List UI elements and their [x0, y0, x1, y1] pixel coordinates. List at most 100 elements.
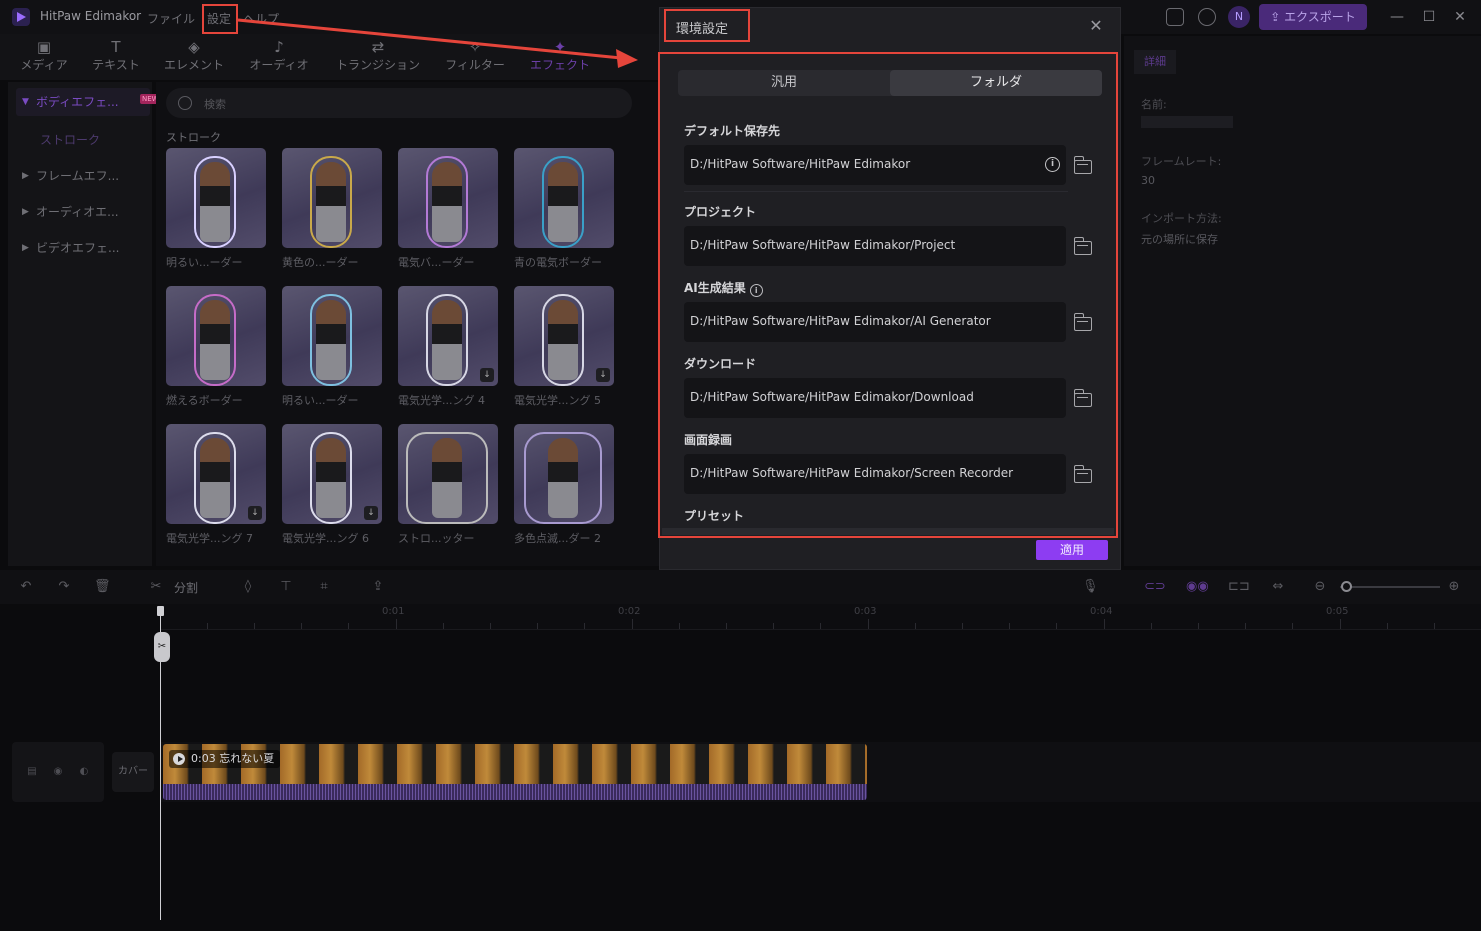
sidebar-item-frame-effect[interactable]: ▶ フレームエフ... — [16, 162, 156, 190]
effect-thumb[interactable] — [514, 148, 614, 248]
effect-label: 電気光学...ング 5 — [514, 394, 601, 407]
scissors-icon[interactable]: ✂ — [154, 632, 170, 662]
effect-thumb[interactable] — [166, 286, 266, 386]
search-input[interactable]: 検索 — [166, 88, 632, 118]
download-icon[interactable]: ↓ — [364, 506, 378, 520]
effect-label: 電気バ...ーダー — [398, 256, 475, 269]
zoom-slider[interactable] — [1340, 586, 1440, 588]
effect-label: 電気光学...ング 4 — [398, 394, 485, 407]
volume-icon[interactable]: ◐ — [78, 766, 90, 778]
link-icon[interactable]: ⊂⊃ — [1144, 579, 1166, 595]
ruler-tick-label: 0:03 — [854, 606, 877, 617]
section-title: ストローク — [166, 131, 221, 144]
caret-right-icon: ▶ — [22, 207, 29, 217]
text-icon: T — [111, 38, 121, 56]
effect-thumb[interactable]: ↓ — [398, 286, 498, 386]
caret-right-icon: ▶ — [22, 171, 29, 181]
effect-thumb[interactable] — [282, 148, 382, 248]
tab-media[interactable]: ▣ メディア — [18, 38, 70, 73]
sidebar-item-body-effect[interactable]: ▼ ボディエフェ... NEW — [16, 88, 161, 116]
details-panel: 詳細 名前: フレームレート: 30 インポート方法: 元の場所に保存 — [1124, 36, 1481, 566]
search-placeholder: 検索 — [204, 98, 226, 111]
app-name: HitPaw Edimakor — [40, 9, 142, 23]
ruler-tick-label: 0:04 — [1090, 606, 1113, 617]
name-label: 名前: — [1141, 98, 1167, 111]
sidebar-item-stroke[interactable]: ストローク — [16, 126, 156, 154]
export-frame-icon[interactable]: ⇪ — [370, 579, 386, 595]
split-button[interactable]: 分割 — [174, 579, 198, 596]
crop-icon[interactable]: ⌗ — [316, 579, 332, 595]
effect-label: 青の電気ボーダー — [514, 256, 602, 269]
effect-grid: 検索 ストローク 明るい...ーダー 黄色の...ーダー 電気バ...ーダー 青… — [156, 82, 660, 566]
effect-label: 明るい...ーダー — [166, 256, 243, 269]
effect-label: 燃えるボーダー — [166, 394, 243, 407]
zoom-slider-handle[interactable] — [1341, 581, 1352, 592]
download-icon[interactable]: ↓ — [596, 368, 610, 382]
video-clip[interactable]: 0:03 忘れない夏 — [163, 744, 867, 800]
zoom-out-icon[interactable]: ⊖ — [1312, 579, 1328, 595]
effect-thumb[interactable] — [166, 148, 266, 248]
effect-thumb[interactable] — [398, 424, 498, 524]
eye-icon[interactable]: ◉ — [52, 766, 64, 778]
snap-icon[interactable]: ◉◉ — [1186, 579, 1209, 595]
cover-button[interactable]: カバー — [112, 752, 154, 792]
effect-thumb[interactable] — [398, 148, 498, 248]
ruler-tick-label: 0:01 — [382, 606, 405, 617]
annotation-arrow — [237, 18, 638, 68]
tab-element[interactable]: ◈ エレメント — [160, 38, 228, 73]
playhead-handle[interactable] — [157, 606, 164, 616]
ruler-tick-label: 0:05 — [1326, 606, 1349, 617]
app-logo-icon — [12, 8, 30, 26]
download-icon[interactable] — [1198, 8, 1216, 26]
sidebar-item-video-effect[interactable]: ▶ ビデオエフェ... — [16, 234, 156, 262]
caret-down-icon: ▼ — [22, 97, 29, 107]
delete-icon[interactable]: 🗑 — [94, 579, 111, 595]
undo-icon[interactable]: ↶ — [18, 579, 34, 595]
minimize-icon[interactable]: — — [1387, 7, 1407, 27]
redo-icon[interactable]: ↷ — [56, 579, 72, 595]
effect-label: 多色点滅...ダー 2 — [514, 532, 601, 545]
effect-label: 電気光学...ング 7 — [166, 532, 253, 545]
tab-details[interactable]: 詳細 — [1134, 50, 1176, 74]
effect-category-sidebar: ▼ ボディエフェ... NEW ストローク ▶ フレームエフ... ▶ オーディオエ..… — [8, 82, 161, 566]
folder-settings-highlight — [658, 52, 1118, 538]
search-icon — [178, 96, 192, 110]
maximize-icon[interactable]: ☐ — [1419, 7, 1439, 27]
timeline-ruler[interactable]: 0:01 0:02 0:03 0:04 0:05 — [160, 604, 1481, 630]
fit-icon[interactable]: ⇔ — [1270, 579, 1286, 595]
zoom-in-icon[interactable]: ⊕ — [1446, 579, 1462, 595]
framerate-value: 30 — [1141, 174, 1155, 187]
effect-thumb[interactable] — [514, 424, 614, 524]
effect-label: 電気光学...ング 6 — [282, 532, 369, 545]
split-track-icon[interactable]: ⊏⊐ — [1228, 579, 1250, 595]
download-icon[interactable]: ↓ — [480, 368, 494, 382]
settings-menu-highlight — [202, 4, 238, 34]
text-box-icon[interactable]: ⊤ — [278, 579, 294, 595]
audio-waveform — [163, 784, 867, 800]
marker-icon[interactable]: ◊ — [240, 579, 256, 595]
close-window-icon[interactable]: ✕ — [1450, 7, 1470, 27]
effect-thumb[interactable]: ↓ — [514, 286, 614, 386]
timeline-toolbar: ↶ ↷ 🗑 ✂ 分割 ◊ ⊤ ⌗ ⇪ 🎙 ⊂⊃ ◉◉ ⊏⊐ ⇔ ⊖ ⊕ — [0, 570, 1481, 604]
import-method-label: インポート方法: — [1141, 212, 1222, 225]
export-button[interactable]: ⇪ エクスポート — [1259, 4, 1367, 30]
lock-icon[interactable]: ▤ — [26, 766, 38, 778]
close-icon[interactable]: ✕ — [1088, 18, 1104, 34]
microphone-icon[interactable]: 🎙 — [1082, 579, 1099, 595]
name-value-redacted — [1141, 116, 1233, 128]
tab-text[interactable]: T テキスト — [88, 38, 144, 73]
scissors-icon[interactable]: ✂ — [148, 579, 164, 595]
track-header: ▤ ◉ ◐ — [12, 742, 104, 802]
effect-thumb[interactable] — [282, 286, 382, 386]
avatar[interactable]: N — [1228, 6, 1250, 28]
framerate-label: フレームレート: — [1141, 155, 1222, 168]
sidebar-item-audio-effect[interactable]: ▶ オーディオエ... — [16, 198, 156, 226]
menu-file[interactable]: ファイル — [147, 10, 195, 27]
import-method-value: 元の場所に保存 — [1141, 233, 1218, 246]
apply-button[interactable]: 適用 — [1036, 540, 1108, 560]
effect-thumb[interactable]: ↓ — [166, 424, 266, 524]
download-icon[interactable]: ↓ — [248, 506, 262, 520]
effect-thumb[interactable]: ↓ — [282, 424, 382, 524]
feedback-icon[interactable] — [1166, 8, 1184, 26]
effect-label: ストロ...ッター — [398, 532, 475, 545]
